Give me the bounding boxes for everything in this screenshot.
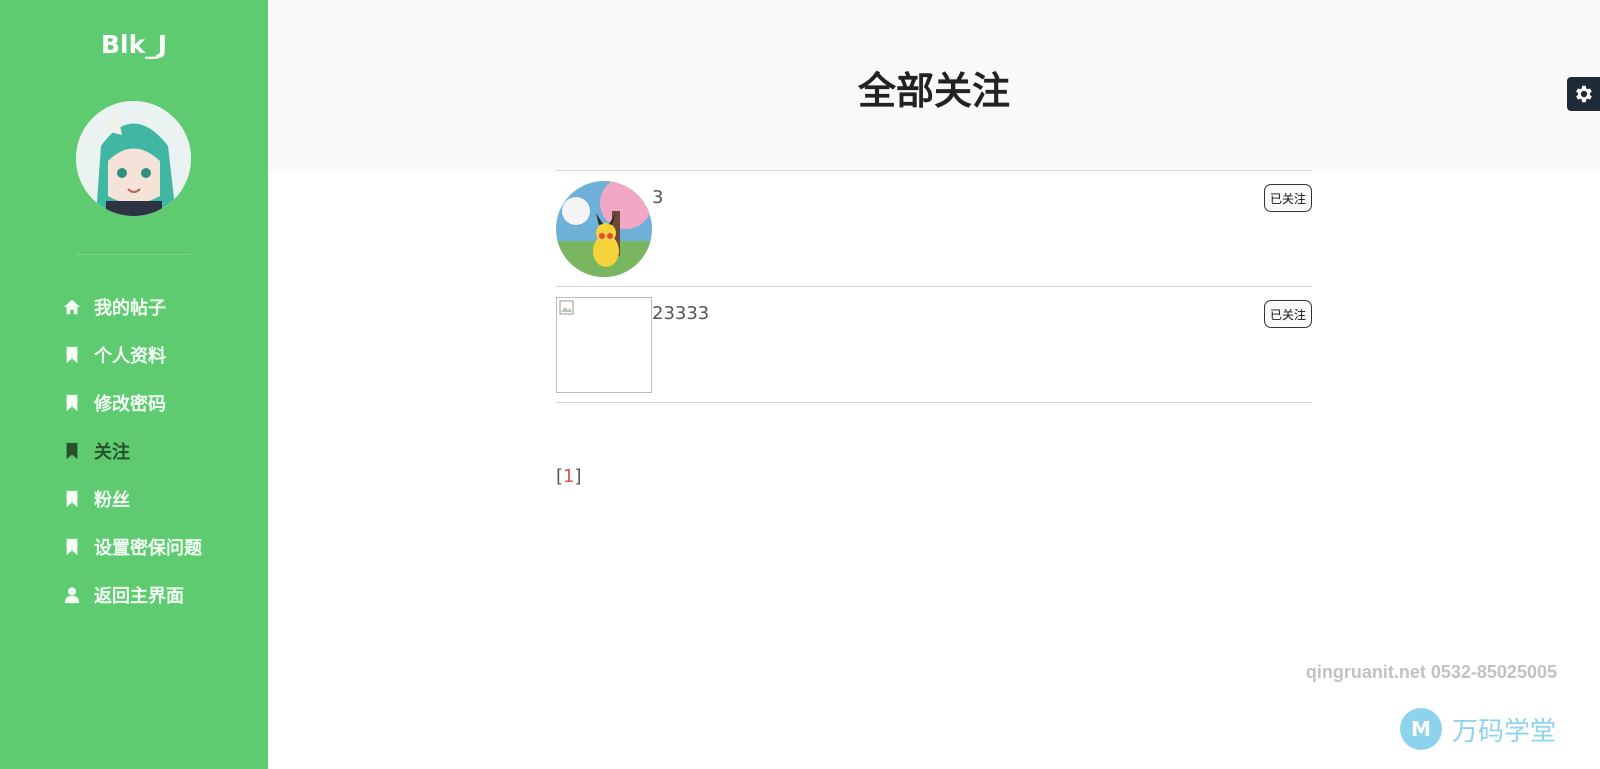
- pagination-bracket-close: ]: [574, 466, 582, 487]
- sidebar-nav: 我的帖子 个人资料 修改密码 关注 粉丝 设置密保问题 返回主界面: [62, 283, 202, 619]
- page-title: 全部关注: [857, 69, 1010, 113]
- sidebar-item-fans[interactable]: 粉丝: [62, 475, 202, 523]
- bookmark-icon: [62, 393, 82, 413]
- sidebar-item-label: 修改密码: [94, 394, 166, 415]
- bookmark-icon: [62, 489, 82, 509]
- sidebar-item-profile[interactable]: 个人资料: [62, 331, 202, 379]
- watermark-text: qingruanit.net 0532-85025005: [1305, 662, 1557, 682]
- bookmark-icon: [62, 537, 82, 557]
- sidebar-item-back-home[interactable]: 返回主界面: [62, 571, 202, 619]
- sidebar-item-following[interactable]: 关注: [62, 427, 202, 475]
- sidebar-item-change-password[interactable]: 修改密码: [62, 379, 202, 427]
- page-link-1[interactable]: 1: [563, 466, 574, 487]
- logo-text: 万码学堂: [1452, 716, 1557, 747]
- user-name[interactable]: 23333: [652, 303, 709, 324]
- sidebar: Blk_J 我的帖子 个人资料 修改密码 关注 粉丝 设置密保问题 返回主界面: [0, 0, 268, 769]
- user-avatar[interactable]: [556, 181, 652, 277]
- brand-name: Blk_J: [100, 30, 168, 59]
- gear-icon: [1575, 85, 1592, 103]
- sidebar-item-label: 设置密保问题: [94, 538, 202, 559]
- page-header: 全部关注: [268, 0, 1600, 171]
- list-item: 3 已关注: [556, 171, 1312, 287]
- bookmark-icon: [62, 441, 82, 461]
- home-icon: [62, 297, 82, 317]
- sidebar-item-label: 粉丝: [94, 490, 130, 511]
- pagination-bracket-open: [: [556, 466, 564, 487]
- user-icon: [62, 585, 82, 605]
- sidebar-item-my-posts[interactable]: 我的帖子: [62, 283, 202, 331]
- list-item: 23333 已关注: [556, 287, 1312, 403]
- broken-image-icon[interactable]: [556, 297, 652, 393]
- sidebar-item-label: 个人资料: [94, 346, 166, 367]
- bookmark-icon: [62, 345, 82, 365]
- sidebar-item-label: 返回主界面: [94, 586, 184, 607]
- sidebar-item-label: 关注: [94, 442, 130, 463]
- sidebar-divider: [76, 254, 191, 255]
- followed-button[interactable]: 已关注: [1263, 300, 1312, 328]
- pagination: [1]: [556, 466, 582, 487]
- logo-badge-icon: M: [1400, 708, 1442, 750]
- watermark-logo: M 万码学堂: [1400, 708, 1556, 750]
- followed-button[interactable]: 已关注: [1263, 184, 1312, 212]
- sidebar-item-security-question[interactable]: 设置密保问题: [62, 523, 202, 571]
- profile-avatar: [76, 101, 191, 216]
- sidebar-item-label: 我的帖子: [94, 298, 166, 319]
- settings-button[interactable]: [1567, 77, 1600, 111]
- user-name[interactable]: 3: [652, 187, 663, 208]
- follow-list: 3 已关注 23333 已关注: [556, 170, 1312, 403]
